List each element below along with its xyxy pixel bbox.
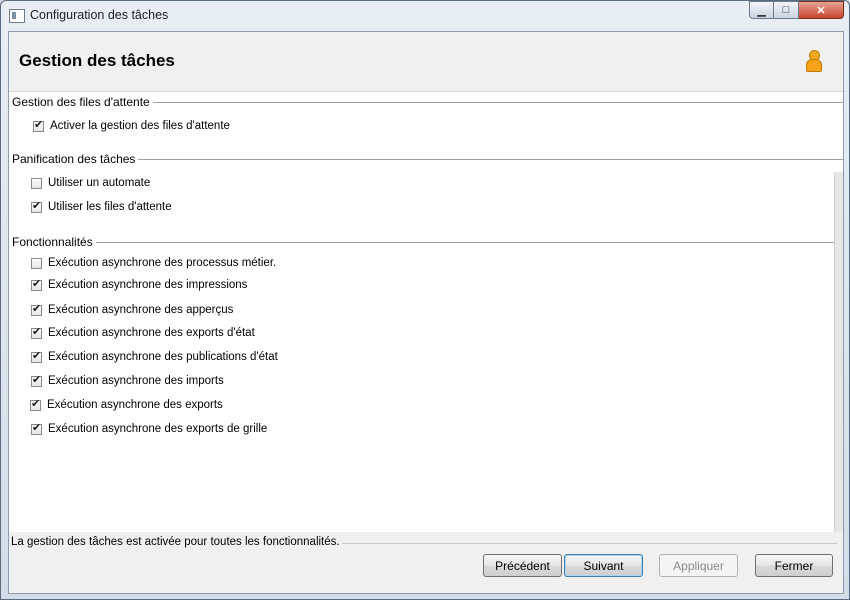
window-title: Configuration des tâches <box>30 8 169 22</box>
checkbox-box[interactable] <box>31 177 42 189</box>
checkbox-label: Exécution asynchrone des exports de gril… <box>48 423 268 435</box>
window-app-icon <box>9 9 25 23</box>
vertical-scrollbar[interactable] <box>834 172 843 533</box>
checkbox-use-queues[interactable]: Utiliser les files d'attente <box>31 199 172 215</box>
checkbox-box[interactable] <box>31 325 42 339</box>
section-features: Fonctionnalités <box>9 235 843 249</box>
section-task-planning: Panification des tâches <box>9 152 843 166</box>
apply-button-label: Appliquer <box>673 558 724 573</box>
checkbox-use-automaton[interactable]: Utiliser un automate <box>31 175 150 191</box>
status-message: La gestion des tâches est activée pour t… <box>11 536 342 548</box>
dialog-client-area: Gestion des tâches Gestion des files d'a… <box>8 31 844 594</box>
checkbox-label: Activer la gestion des files d'attente <box>50 120 230 132</box>
window-controls: ▁ □ ✕ <box>749 1 844 20</box>
close-button-label: Fermer <box>774 558 814 573</box>
checkbox-label: Exécution asynchrone des impressions <box>48 279 248 291</box>
checkbox-label: Exécution asynchrone des processus métie… <box>48 257 277 269</box>
checkbox-box[interactable] <box>31 349 42 363</box>
checkbox-box[interactable] <box>31 257 42 269</box>
checkbox-label: Exécution asynchrone des exports d'état <box>48 327 255 339</box>
checkbox-async-report-publications[interactable]: Exécution asynchrone des publications d'… <box>31 349 278 365</box>
previous-button-label: Précédent <box>495 558 550 573</box>
close-button[interactable]: Fermer <box>755 554 833 577</box>
checkbox-label: Exécution asynchrone des imports <box>48 375 224 387</box>
section-title: Panification des tâches <box>12 152 139 166</box>
page-title: Gestion des tâches <box>19 51 175 70</box>
checkbox-box[interactable] <box>31 199 42 213</box>
title-bar[interactable]: Configuration des tâches ▁ □ ✕ <box>1 1 849 31</box>
dialog-window: Configuration des tâches ▁ □ ✕ Gestion d… <box>0 0 850 600</box>
minimize-button[interactable]: ▁ <box>749 1 774 19</box>
checkbox-async-business-processes[interactable]: Exécution asynchrone des processus métie… <box>31 255 276 271</box>
checkbox-async-prints[interactable]: Exécution asynchrone des impressions <box>31 277 247 293</box>
close-window-button[interactable]: ✕ <box>799 1 844 19</box>
section-title: Fonctionnalités <box>12 235 96 249</box>
checkbox-async-imports[interactable]: Exécution asynchrone des imports <box>31 373 224 389</box>
checkbox-box[interactable] <box>33 118 44 132</box>
checkbox-enable-queue-management[interactable]: Activer la gestion des files d'attente <box>33 118 230 134</box>
section-title: Gestion des files d'attente <box>12 95 153 109</box>
section-queue-management: Gestion des files d'attente <box>9 95 843 109</box>
checkbox-async-previews[interactable]: Exécution asynchrone des apperçus <box>31 302 233 318</box>
checkbox-box[interactable] <box>30 397 41 411</box>
user-icon <box>805 50 822 72</box>
apply-button[interactable]: Appliquer <box>659 554 738 577</box>
checkbox-label: Exécution asynchrone des apperçus <box>48 304 234 316</box>
checkbox-async-exports[interactable]: Exécution asynchrone des exports <box>30 397 223 413</box>
next-button-label: Suivant <box>583 558 624 573</box>
checkbox-box[interactable] <box>31 373 42 387</box>
maximize-button[interactable]: □ <box>774 1 799 19</box>
settings-content: Gestion des files d'attente Activer la g… <box>9 92 843 532</box>
checkbox-label: Exécution asynchrone des publications d'… <box>48 351 278 363</box>
checkbox-label: Utiliser un automate <box>48 177 151 189</box>
dialog-header: Gestion des tâches <box>9 32 843 92</box>
footer-area: La gestion des tâches est activée pour t… <box>9 532 843 593</box>
checkbox-label: Exécution asynchrone des exports <box>47 399 223 411</box>
checkbox-label: Utiliser les files d'attente <box>48 201 172 213</box>
next-button[interactable]: Suivant <box>564 554 643 577</box>
maximize-icon: □ <box>782 4 790 16</box>
checkbox-async-grid-exports[interactable]: Exécution asynchrone des exports de gril… <box>31 421 267 437</box>
checkbox-box[interactable] <box>31 421 42 435</box>
close-icon: ✕ <box>816 4 826 17</box>
checkbox-box[interactable] <box>31 277 42 291</box>
minimize-icon: ▁ <box>757 4 766 17</box>
checkbox-box[interactable] <box>31 302 42 316</box>
checkbox-async-report-exports[interactable]: Exécution asynchrone des exports d'état <box>31 325 255 341</box>
section-divider <box>12 242 843 243</box>
previous-button[interactable]: Précédent <box>483 554 562 577</box>
